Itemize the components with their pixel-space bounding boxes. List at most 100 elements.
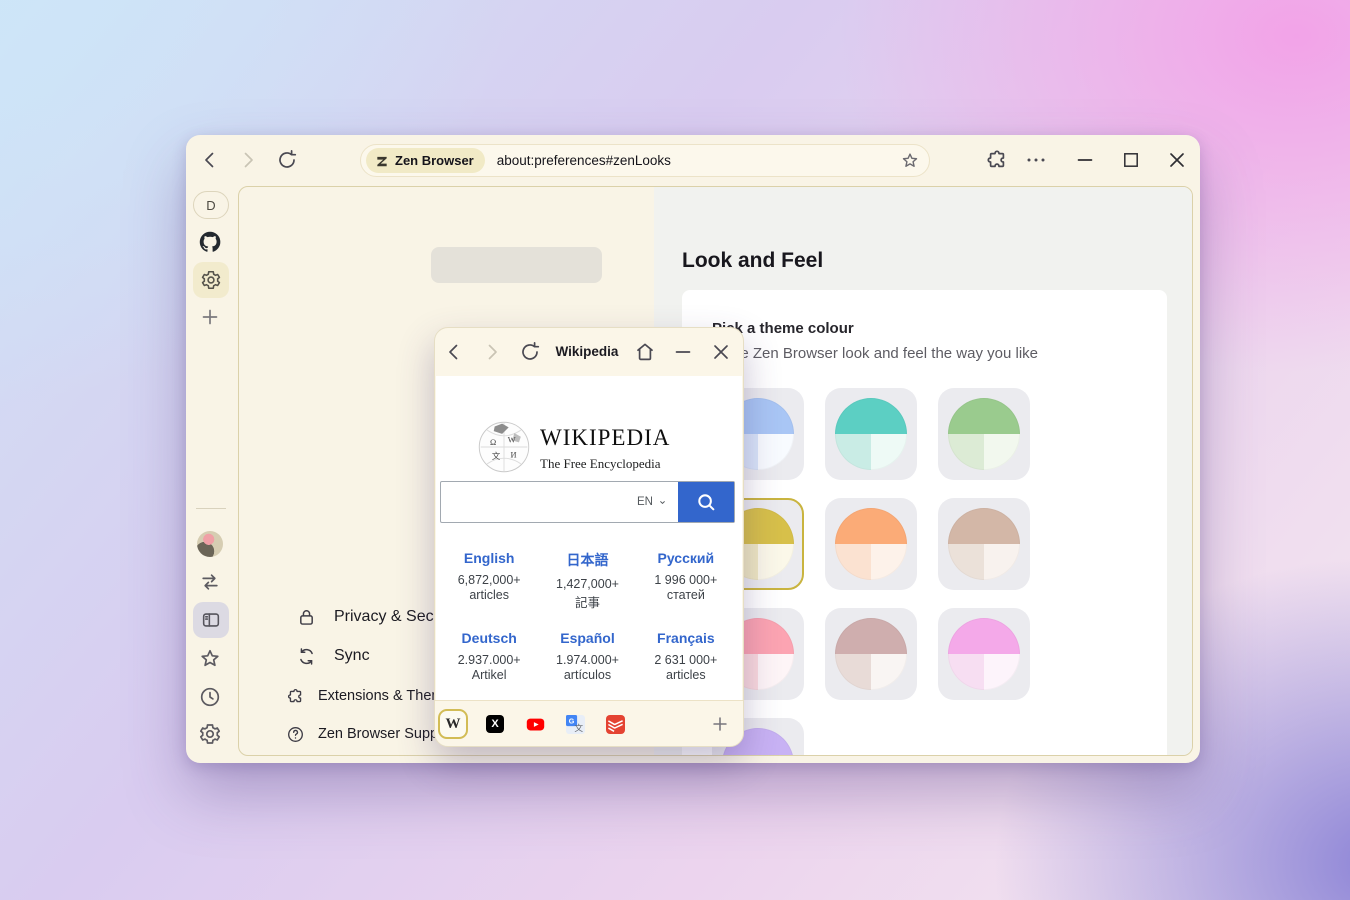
svg-text:W: W [508,435,516,444]
site-badge-label: Zen Browser [395,153,474,168]
menu-ellipsis-icon[interactable] [1024,148,1048,172]
wiki-language-cell: Русский 1 996 000+статей [637,546,735,626]
theme-swatch-green[interactable] [938,388,1030,480]
sync-icon [296,646,317,667]
wiki-article-unit: artículos [538,668,636,682]
theme-swatch-circle [948,508,1020,580]
theme-card: Pick a theme colour Make Zen Browser loo… [682,290,1167,756]
essential-translate[interactable]: G文 [558,701,592,747]
theme-swatch-circle [948,398,1020,470]
glance-back-icon[interactable] [442,340,466,364]
chevron-down-icon [656,496,669,509]
settings-nav-item-zen-browser-support[interactable]: Zen Browser Support [286,719,455,749]
wiki-article-count: 6,872,000+ [440,573,538,587]
workspace-pill[interactable]: D [193,191,229,219]
svg-text:Ω: Ω [490,438,496,447]
theme-swatch-grid [712,388,1030,756]
glance-forward-icon[interactable] [480,340,504,364]
url-bar[interactable]: Zen Browser about:preferences#zenLooks [360,144,930,177]
forward-icon[interactable] [236,148,260,172]
bookmark-star-icon[interactable] [900,151,920,171]
settings-search-input[interactable] [431,247,602,283]
settings-gear-icon[interactable] [198,722,222,746]
wikipedia-w-glyph: W [446,716,461,733]
svg-text:文: 文 [574,721,583,732]
wikipedia-globe-logo: Ω WИ 文 [476,419,532,475]
translate-favicon: G文 [566,715,585,734]
wiki-article-unit: статей [637,588,735,602]
glance-reload-icon[interactable] [518,340,542,364]
theme-swatch-circle [835,398,907,470]
theme-swatch-circle [948,618,1020,690]
search-icon [695,491,717,513]
bookmarks-star-icon[interactable] [198,647,222,671]
essential-wikipedia[interactable]: W [436,701,470,747]
sidebar-settings-tab-active[interactable] [193,262,229,298]
sidebar-toggle-active[interactable] [193,602,229,638]
svg-text:И: И [511,450,517,459]
wiki-language-link[interactable]: English [440,550,538,566]
add-essential-plus-icon[interactable] [709,713,731,735]
wiki-language-link[interactable]: 日本語 [538,550,636,570]
settings-nav-label: Sync [334,647,370,665]
glance-home-icon[interactable] [633,340,657,364]
theme-subheading: Make Zen Browser look and feel the way y… [712,345,1038,362]
lock-icon [296,607,317,628]
sidebar-panel-icon [200,609,222,631]
maximize-button[interactable] [1119,148,1143,172]
url-text: about:preferences#zenLooks [497,153,671,168]
question-icon [286,725,305,744]
wiki-language-cell: Español1.974.000+artículos [538,626,636,706]
page-title: Look and Feel [682,249,823,273]
essential-x[interactable]: X [478,701,512,747]
wiki-language-link[interactable]: Deutsch [440,630,538,646]
new-tab-plus-icon[interactable] [198,305,222,329]
settings-nav-item-sync[interactable]: Sync [296,641,370,671]
wiki-article-unit: articles [440,588,538,602]
back-icon[interactable] [198,148,222,172]
glance-minimize-icon[interactable] [671,340,695,364]
theme-swatch-tan[interactable] [938,498,1030,590]
wikipedia-language-selector[interactable]: EN [628,482,678,522]
gear-icon [200,269,222,291]
theme-swatch-orange[interactable] [825,498,917,590]
svg-text:文: 文 [492,451,501,461]
github-tab-icon[interactable] [198,230,222,254]
theme-swatch-mauve[interactable] [825,608,917,700]
site-identity-badge[interactable]: Zen Browser [366,148,485,173]
wiki-language-cell: Deutsch 2.937.000+Artikel [440,626,538,706]
history-clock-icon[interactable] [198,685,222,709]
wiki-language-link[interactable]: Español [538,630,636,646]
search-language-code: EN [637,496,653,508]
essentials-bar: W X G文 [435,700,743,746]
settings-nav-item-extensions-themes[interactable]: Extensions & Themes [286,681,459,711]
theme-swatch-circle [835,508,907,580]
swap-arrows-icon[interactable] [198,570,222,594]
youtube-favicon [526,715,545,734]
theme-swatch-magenta[interactable] [938,608,1030,700]
minimize-button[interactable] [1073,148,1097,172]
glance-title: Wikipedia [547,344,627,359]
glance-close-icon[interactable] [709,340,733,364]
sidebar-divider [196,508,226,509]
wiki-language-link[interactable]: Русский [637,550,735,566]
essential-youtube[interactable] [518,701,552,747]
reload-icon[interactable] [275,148,299,172]
wiki-article-unit: Artikel [440,668,538,682]
wikipedia-search-input[interactable] [441,482,628,522]
theme-swatch-teal[interactable] [825,388,917,480]
zen-logo-icon [375,154,389,168]
wikipedia-search-bar: EN [440,481,735,523]
wikipedia-language-grid: English6,872,000+articles日本語1,427,000+記事… [440,546,735,706]
wiki-language-link[interactable]: Français [637,630,735,646]
wiki-article-count: 2.937.000+ [440,653,538,667]
wiki-article-count: 1 996 000+ [637,573,735,587]
extensions-puzzle-icon[interactable] [985,148,1009,172]
wiki-article-count: 1,427,000+ [538,577,636,591]
puzzle-icon [286,687,305,706]
wikipedia-search-button[interactable] [678,482,734,522]
essential-todoist[interactable] [598,701,632,747]
profile-avatar[interactable] [197,531,223,557]
close-button[interactable] [1165,148,1189,172]
x-favicon: X [486,715,504,733]
